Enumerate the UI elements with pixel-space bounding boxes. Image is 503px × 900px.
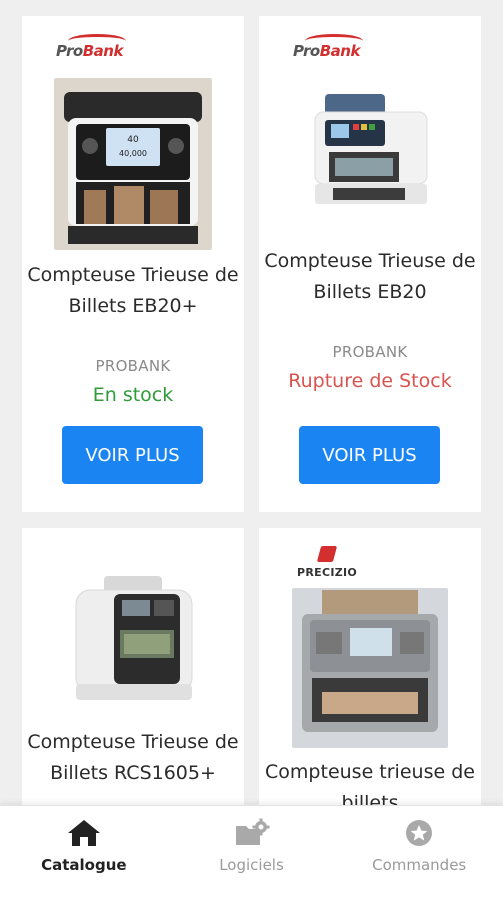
product-card[interactable]: ProBank Compteuse Trieuse de Billets EB2…	[259, 16, 481, 512]
logo-text: ProBank	[56, 42, 123, 60]
precizio-mark-icon	[316, 546, 338, 562]
logo-text: ProBank	[293, 42, 360, 60]
nav-label: Commandes	[372, 856, 467, 874]
voir-plus-button[interactable]: VOIR PLUS	[299, 426, 440, 484]
product-card[interactable]: PRECIZIO Compteuse trieuse de billets	[259, 528, 481, 828]
product-grid: ProBank 40 40,000 Compteuse Trieuse de B…	[0, 0, 503, 900]
product-name: Compteuse Trieuse de Billets RCS1605+	[27, 731, 239, 784]
probank-logo: ProBank	[293, 34, 363, 60]
voir-plus-button[interactable]: VOIR PLUS	[62, 426, 203, 484]
nav-logiciels[interactable]: Logiciels	[168, 806, 336, 900]
screen-total: 40,000	[119, 149, 147, 158]
product-brand: PROBANK	[332, 343, 408, 361]
nav-catalogue[interactable]: Catalogue	[0, 806, 168, 900]
product-name: Compteuse Trieuse de Billets EB20+	[27, 264, 239, 317]
home-icon	[67, 820, 100, 846]
product-card[interactable]: ProBank 40 40,000 Compteuse Trieuse de B…	[22, 16, 244, 512]
screen-count: 40	[127, 135, 139, 145]
badge-icon	[406, 820, 433, 846]
product-name: Compteuse Trieuse de Billets EB20	[264, 250, 476, 303]
nav-commandes[interactable]: Commandes	[335, 806, 503, 900]
probank-logo: ProBank	[56, 34, 126, 60]
logo-text: PRECIZIO	[297, 566, 358, 579]
stock-status: Rupture de Stock	[288, 370, 452, 392]
product-image	[307, 90, 433, 222]
product-image	[70, 572, 198, 708]
folder-settings-icon	[235, 818, 269, 845]
bottom-navigation: Catalogue Logiciels Commandes	[0, 805, 503, 900]
product-image	[292, 588, 448, 748]
precizio-logo: PRECIZIO	[297, 546, 357, 579]
nav-label: Logiciels	[219, 856, 284, 874]
stock-status: En stock	[92, 384, 174, 406]
product-brand: PROBANK	[95, 357, 171, 375]
product-card[interactable]: Compteuse Trieuse de Billets RCS1605+	[22, 528, 244, 828]
product-image: 40 40,000	[54, 78, 212, 250]
nav-label: Catalogue	[41, 856, 127, 874]
